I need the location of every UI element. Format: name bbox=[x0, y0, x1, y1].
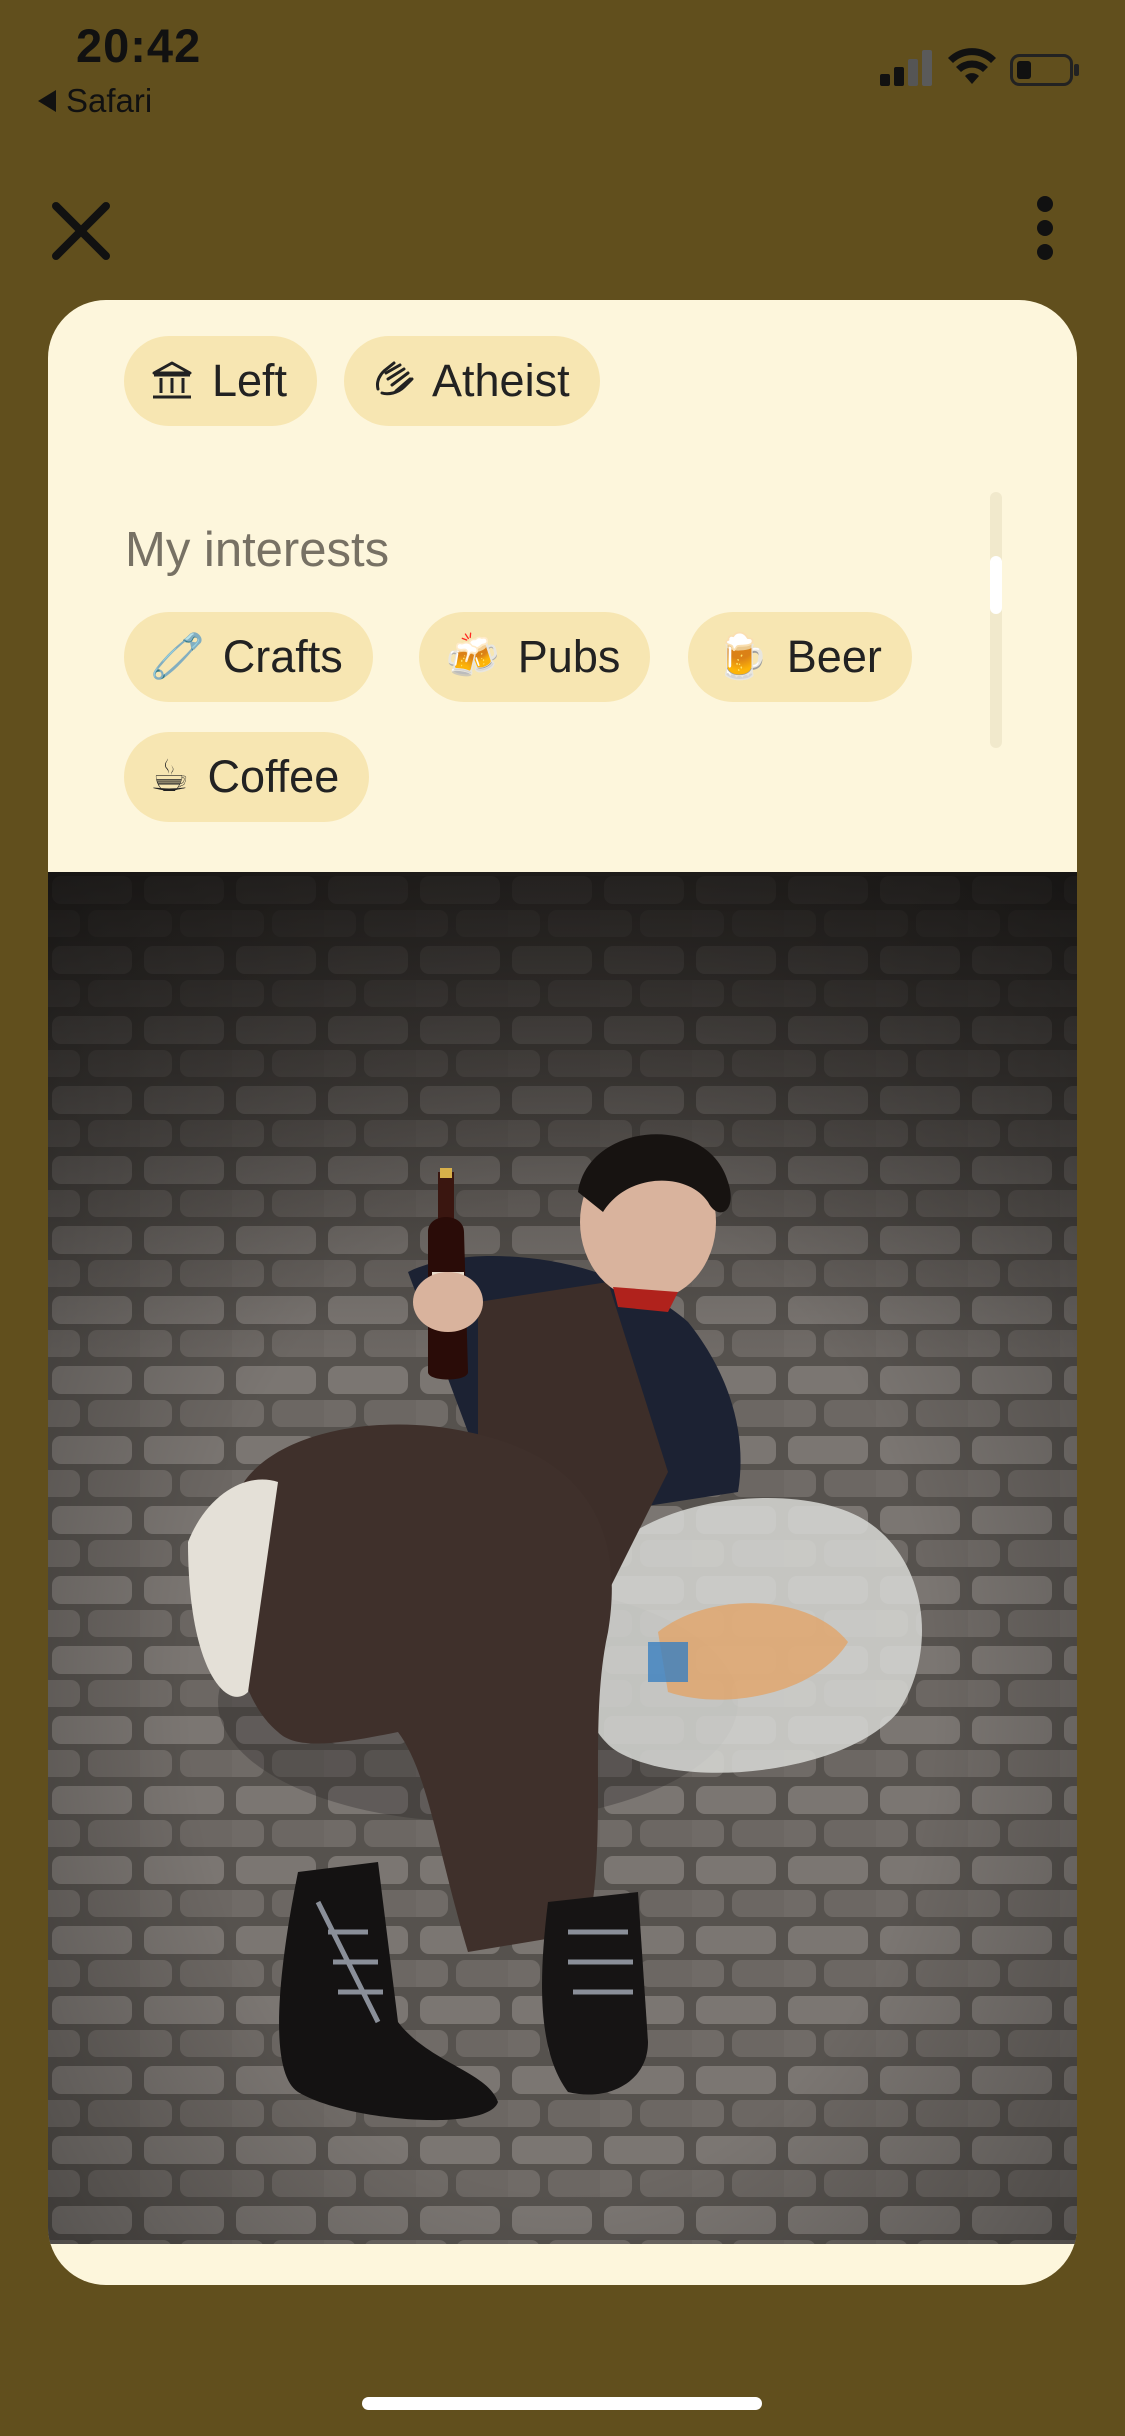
profile-card[interactable]: Left Atheist My interests 🧷 Crafts 🍻 Pub… bbox=[48, 300, 1077, 2285]
profile-photo-image bbox=[48, 872, 1077, 2244]
interest-chip: 🍻 Pubs bbox=[419, 612, 651, 702]
scrollbar-track[interactable] bbox=[990, 492, 1002, 748]
coffee-icon: ☕ bbox=[150, 752, 190, 801]
back-app-label: Safari bbox=[66, 82, 153, 119]
status-time: 20:42 bbox=[76, 19, 202, 72]
back-to-safari-link[interactable]: Safari bbox=[38, 82, 152, 120]
interest-label: Beer bbox=[786, 631, 882, 682]
close-button[interactable] bbox=[50, 200, 112, 262]
interest-label: Crafts bbox=[222, 631, 343, 682]
cellular-signal-icon bbox=[880, 50, 932, 86]
screen: 20:42 Safari Left Atheist My interests 🧷… bbox=[0, 0, 1125, 2436]
interest-label: Pubs bbox=[517, 631, 621, 682]
profile-photo[interactable] bbox=[48, 872, 1077, 2244]
tag-chip-politics: Left bbox=[124, 336, 318, 426]
wifi-icon bbox=[948, 48, 996, 84]
tag-label-religion: Atheist bbox=[432, 355, 570, 406]
interests-heading: My interests bbox=[125, 523, 390, 577]
safety-pin-icon: 🧷 bbox=[150, 632, 205, 681]
interest-chip: 🧷 Crafts bbox=[124, 612, 373, 702]
politics-icon bbox=[152, 361, 192, 399]
battery-icon bbox=[1010, 54, 1079, 86]
interest-chip: 🍺 Beer bbox=[688, 612, 912, 702]
interest-chip: ☕ Coffee bbox=[124, 732, 370, 822]
beer-mug-icon: 🍺 bbox=[714, 632, 769, 681]
clinking-beers-icon: 🍻 bbox=[445, 632, 500, 681]
religion-icon bbox=[376, 361, 414, 396]
tag-chip-religion: Atheist bbox=[344, 336, 600, 426]
scrollbar-thumb[interactable] bbox=[990, 556, 1002, 614]
more-options-button[interactable] bbox=[1030, 195, 1060, 261]
home-indicator[interactable] bbox=[362, 2397, 762, 2410]
interest-label: Coffee bbox=[207, 751, 340, 802]
back-arrow-icon bbox=[38, 90, 56, 112]
tag-label-politics: Left bbox=[212, 355, 288, 406]
